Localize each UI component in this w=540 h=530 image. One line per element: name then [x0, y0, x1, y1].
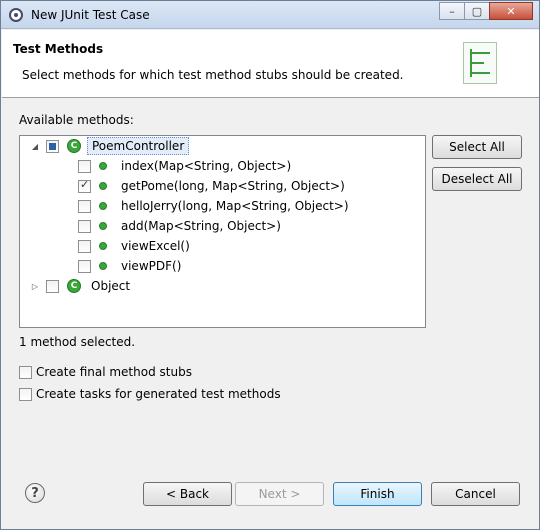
tree-item-method[interactable]: viewExcel() — [78, 236, 190, 256]
select-all-button[interactable]: Select All — [432, 135, 522, 159]
expanded-arrow-icon[interactable]: ◢ — [30, 141, 40, 151]
tree-item-label: viewPDF() — [121, 259, 182, 273]
help-icon[interactable]: ? — [25, 483, 45, 503]
tree-item-method[interactable]: getPome(long, Map<String, Object>) — [78, 176, 345, 196]
method-checkbox[interactable] — [78, 219, 91, 233]
junit-wizard-icon — [463, 42, 497, 84]
available-methods-label: Available methods: — [19, 113, 134, 127]
tree-item-label: Object — [91, 279, 131, 293]
tree-item-object[interactable]: ▷ C Object — [30, 276, 130, 296]
public-method-icon — [99, 202, 107, 210]
public-method-icon — [99, 162, 107, 170]
method-checkbox[interactable] — [78, 178, 91, 193]
wizard-header: Test Methods Select methods for which te… — [2, 30, 539, 98]
method-checkbox[interactable] — [78, 239, 91, 253]
class-icon: C — [67, 279, 81, 293]
final-stubs-option[interactable]: Create final method stubs — [19, 365, 192, 379]
deselect-all-button[interactable]: Deselect All — [432, 167, 522, 191]
title-bar: New JUnit Test Case – ▢ ✕ — [1, 1, 539, 29]
public-method-icon — [99, 182, 107, 190]
methods-tree[interactable]: ◢ C PoemController index(Map<String, Obj… — [19, 135, 426, 328]
tree-item-poemcontroller[interactable]: ◢ C PoemController — [30, 136, 190, 156]
tree-item-label: add(Map<String, Object>) — [121, 219, 281, 233]
public-method-icon — [99, 222, 107, 230]
minimize-icon: – — [449, 4, 455, 18]
tree-item-label: getPome(long, Map<String, Object>) — [121, 179, 345, 193]
dialog-window: New JUnit Test Case – ▢ ✕ Test Methods S… — [0, 0, 540, 530]
tree-item-label: index(Map<String, Object>) — [121, 159, 292, 173]
method-checkbox[interactable] — [78, 159, 91, 173]
tasks-checkbox[interactable] — [19, 387, 32, 401]
page-title: Test Methods — [13, 42, 104, 56]
minimize-button[interactable]: – — [439, 2, 465, 20]
tree-item-method[interactable]: viewPDF() — [78, 256, 181, 276]
method-checkbox[interactable] — [78, 199, 91, 213]
tree-item-method[interactable]: helloJerry(long, Map<String, Object>) — [78, 196, 349, 216]
page-description: Select methods for which test method stu… — [22, 68, 404, 82]
object-checkbox[interactable] — [46, 279, 59, 293]
cancel-button[interactable]: Cancel — [431, 482, 520, 506]
class-icon: C — [67, 139, 81, 153]
tasks-label: Create tasks for generated test methods — [36, 387, 281, 401]
public-method-icon — [99, 242, 107, 250]
window-controls: – ▢ ✕ — [439, 2, 533, 20]
public-method-icon — [99, 262, 107, 270]
tree-item-label: PoemController — [87, 137, 190, 155]
close-icon: ✕ — [506, 4, 516, 18]
final-stubs-label: Create final method stubs — [36, 365, 192, 379]
eclipse-app-icon — [9, 8, 23, 22]
tree-item-label: helloJerry(long, Map<String, Object>) — [121, 199, 349, 213]
finish-button[interactable]: Finish — [333, 482, 422, 506]
close-button[interactable]: ✕ — [489, 2, 533, 20]
tree-item-label: viewExcel() — [121, 239, 190, 253]
maximize-button[interactable]: ▢ — [464, 2, 490, 20]
tasks-option[interactable]: Create tasks for generated test methods — [19, 387, 281, 401]
back-button[interactable]: < Back — [143, 482, 232, 506]
final-stubs-checkbox[interactable] — [19, 365, 32, 379]
next-button[interactable]: Next > — [235, 482, 324, 506]
method-checkbox[interactable] — [78, 259, 91, 273]
poemcontroller-checkbox[interactable] — [46, 139, 59, 153]
tree-item-method[interactable]: add(Map<String, Object>) — [78, 216, 281, 236]
collapsed-arrow-icon[interactable]: ▷ — [30, 281, 40, 291]
selection-status: 1 method selected. — [19, 335, 136, 349]
window-title: New JUnit Test Case — [31, 8, 150, 22]
maximize-icon: ▢ — [471, 4, 483, 18]
tree-item-method[interactable]: index(Map<String, Object>) — [78, 156, 291, 176]
